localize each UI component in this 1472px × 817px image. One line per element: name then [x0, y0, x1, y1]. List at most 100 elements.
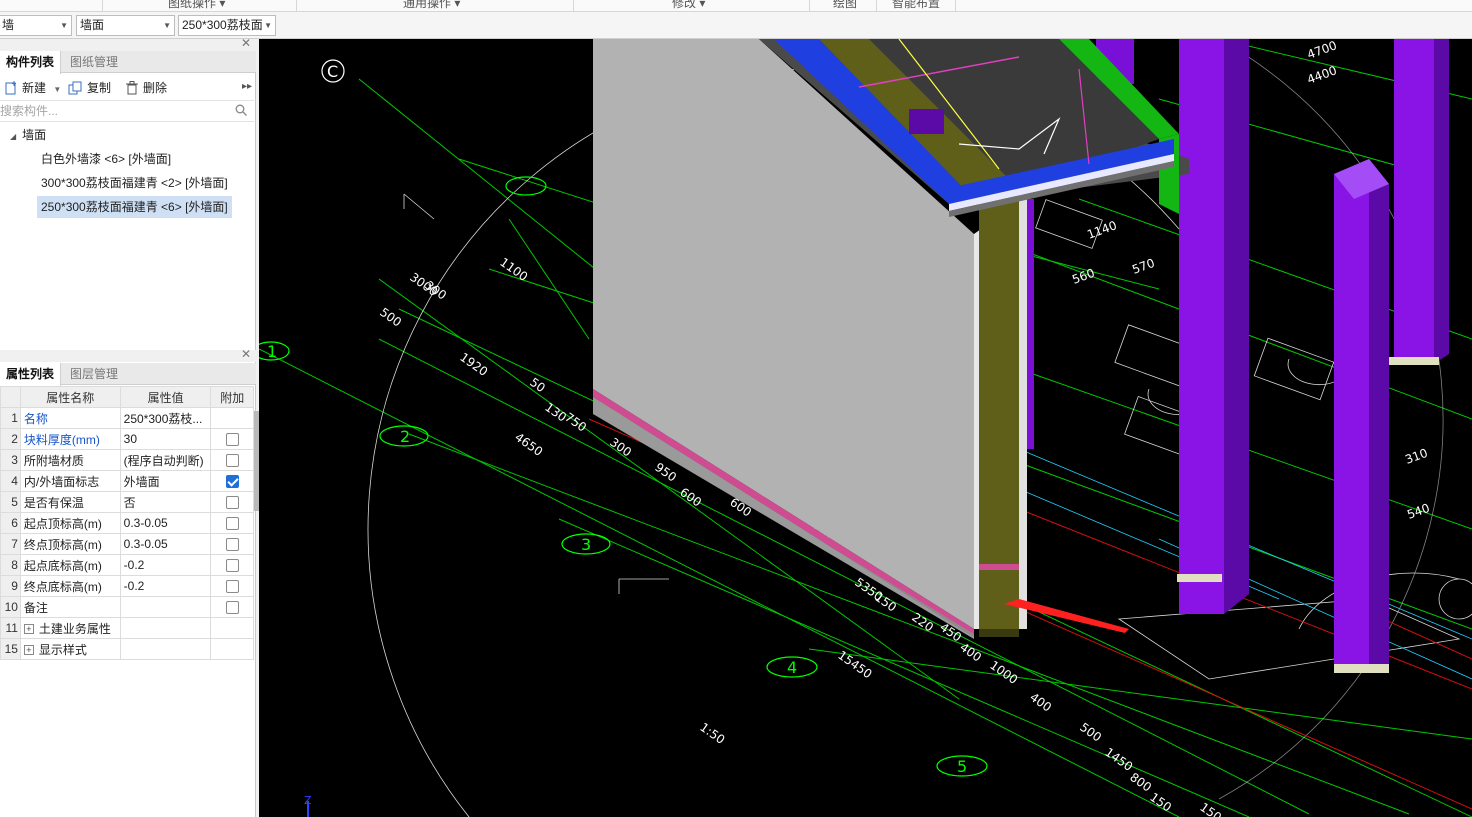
row-index: 11	[0, 617, 21, 639]
attach-checkbox[interactable]	[225, 517, 239, 531]
row-index: 10	[0, 596, 21, 618]
ribbon-separator	[296, 0, 297, 11]
property-value[interactable]: 0.3-0.05	[119, 533, 212, 555]
ribbon-separator	[876, 0, 877, 11]
attach-checkbox[interactable]	[225, 475, 239, 489]
more-icon[interactable]: ▸▸	[242, 81, 252, 92]
table-row[interactable]: 11 + 土建业务属性	[0, 617, 254, 639]
property-value[interactable]	[119, 596, 212, 618]
delete-button[interactable]: 删除	[125, 79, 167, 97]
table-row[interactable]: 5 是否有保温 否	[0, 491, 254, 513]
tab-property-list[interactable]: 属性列表	[0, 363, 62, 386]
ribbon-group-draw[interactable]: 绘图	[833, 0, 857, 11]
property-value[interactable]: (程序自动判断)	[119, 449, 212, 471]
chevron-down-icon: ▼	[60, 21, 68, 30]
ribbon-separator	[573, 0, 574, 11]
row-index: 7	[0, 533, 21, 555]
list-item[interactable]: 300*300荔枝面福建青 <2> [外墙面]	[41, 172, 228, 194]
property-value[interactable]: -0.2	[119, 575, 212, 597]
table-row[interactable]: 15 + 显示样式	[0, 638, 254, 660]
copy-button[interactable]: 复制	[68, 79, 111, 97]
property-value[interactable]: 30	[119, 428, 212, 450]
attach-cell	[210, 617, 254, 639]
list-item-selected[interactable]: 250*300荔枝面福建青 <6> [外墙面]	[37, 196, 232, 218]
table-row[interactable]: 7 终点顶标高(m) 0.3-0.05	[0, 533, 254, 555]
property-value[interactable]: 否	[119, 491, 212, 513]
property-name: 内/外墙面标志	[19, 470, 121, 492]
attach-checkbox[interactable]	[225, 433, 239, 447]
3d-viewport[interactable]: C 2 3 4 5 1 500 1920 50 130 750 4650 300 950 600…	[259, 39, 1472, 817]
close-icon[interactable]: ✕	[241, 347, 251, 361]
row-index: 4	[0, 470, 21, 492]
property-name: 是否有保温	[19, 491, 121, 513]
ribbon-group-common-ops[interactable]: 通用操作 ▾	[403, 0, 460, 11]
property-name-text: 名称	[23, 411, 48, 426]
attach-cell	[210, 596, 254, 618]
list-item[interactable]: 白色外墙漆 <6> [外墙面]	[41, 148, 171, 170]
attach-checkbox[interactable]	[225, 559, 239, 573]
property-panel-tabs: 属性列表 图层管理	[0, 363, 256, 386]
property-value[interactable]: 外墙面	[119, 470, 212, 492]
table-row[interactable]: 2 块料厚度(mm) 30	[0, 428, 254, 450]
attach-cell	[210, 575, 254, 597]
attach-checkbox[interactable]	[225, 538, 239, 552]
attach-cell	[210, 638, 254, 660]
dimension-label: 4400	[1305, 63, 1338, 87]
table-row[interactable]: 10 备注	[0, 596, 254, 618]
category-combo[interactable]: 墙 ▼	[0, 15, 72, 36]
dimension-label: 150	[1147, 790, 1174, 815]
header-attach: 附加	[210, 386, 254, 408]
new-button-label: 新建	[22, 81, 47, 95]
model-canvas[interactable]: C 2 3 4 5 1 5001920501307504650 300950600…	[259, 39, 1472, 817]
dimension-label: 1450	[1102, 745, 1135, 774]
dimension-label: 1140	[1085, 218, 1118, 242]
row-index: 1	[0, 407, 21, 429]
tab-layer-management[interactable]: 图层管理	[64, 363, 124, 385]
component-combo[interactable]: 250*300荔枝面 ▼	[178, 15, 276, 36]
ribbon-separator	[102, 0, 103, 11]
ribbon-group-modify[interactable]: 修改 ▾	[672, 0, 705, 11]
property-value[interactable]: 0.3-0.05	[119, 512, 212, 534]
row-index: 5	[0, 491, 21, 513]
table-row[interactable]: 1 名称 250*300荔枝...	[0, 407, 254, 429]
dimension-label: 1920	[457, 350, 490, 379]
expand-icon[interactable]: +	[23, 624, 34, 635]
left-panel: ✕ 构件列表 图纸管理 新建 ▼ 复制 删除 ▸▸ 搜索构件... ◢ 墙面 白色…	[0, 36, 259, 817]
table-row[interactable]: 6 起点顶标高(m) 0.3-0.05	[0, 512, 254, 534]
ribbon-group-drawing-ops[interactable]: 图纸操作 ▾	[168, 0, 225, 11]
table-row[interactable]: 4 内/外墙面标志 外墙面	[0, 470, 254, 492]
property-name-text: 起点顶标高(m)	[23, 516, 102, 531]
new-button[interactable]: 新建 ▼	[4, 79, 61, 97]
tab-component-list[interactable]: 构件列表	[0, 51, 62, 74]
attach-checkbox[interactable]	[225, 496, 239, 510]
table-row[interactable]: 9 终点底标高(m) -0.2	[0, 575, 254, 597]
type-combo[interactable]: 墙面 ▼	[76, 15, 175, 36]
property-name: + 显示样式	[19, 638, 121, 660]
expand-icon[interactable]: +	[23, 645, 34, 656]
dimension-label: 600	[677, 485, 704, 510]
category-combo-value: 墙	[2, 18, 15, 32]
property-name: 起点顶标高(m)	[19, 512, 121, 534]
row-index: 9	[0, 575, 21, 597]
attach-cell	[210, 491, 254, 513]
component-search-input[interactable]: 搜索构件...	[0, 100, 254, 122]
property-value[interactable]: 250*300荔枝...	[119, 407, 212, 429]
table-row[interactable]: 8 起点底标高(m) -0.2	[0, 554, 254, 576]
z-axis-indicator: Z	[304, 794, 312, 817]
property-value[interactable]: -0.2	[119, 554, 212, 576]
attach-checkbox[interactable]	[225, 601, 239, 615]
header-property-name: 属性名称	[19, 386, 121, 408]
property-value[interactable]	[119, 617, 212, 639]
copy-button-label: 复制	[87, 81, 112, 95]
ribbon-group-smart-layout[interactable]: 智能布置	[892, 0, 940, 11]
tab-drawing-management[interactable]: 图纸管理	[64, 51, 124, 73]
header-property-value: 属性值	[119, 386, 212, 408]
close-icon[interactable]: ✕	[241, 36, 251, 50]
property-panel-header: ✕	[0, 347, 256, 362]
property-value[interactable]	[119, 638, 212, 660]
attach-checkbox[interactable]	[225, 454, 239, 468]
tree-root-wallface[interactable]: ◢ 墙面	[10, 124, 46, 146]
row-index: 6	[0, 512, 21, 534]
attach-checkbox[interactable]	[225, 580, 239, 594]
table-row[interactable]: 3 所附墙材质 (程序自动判断)	[0, 449, 254, 471]
